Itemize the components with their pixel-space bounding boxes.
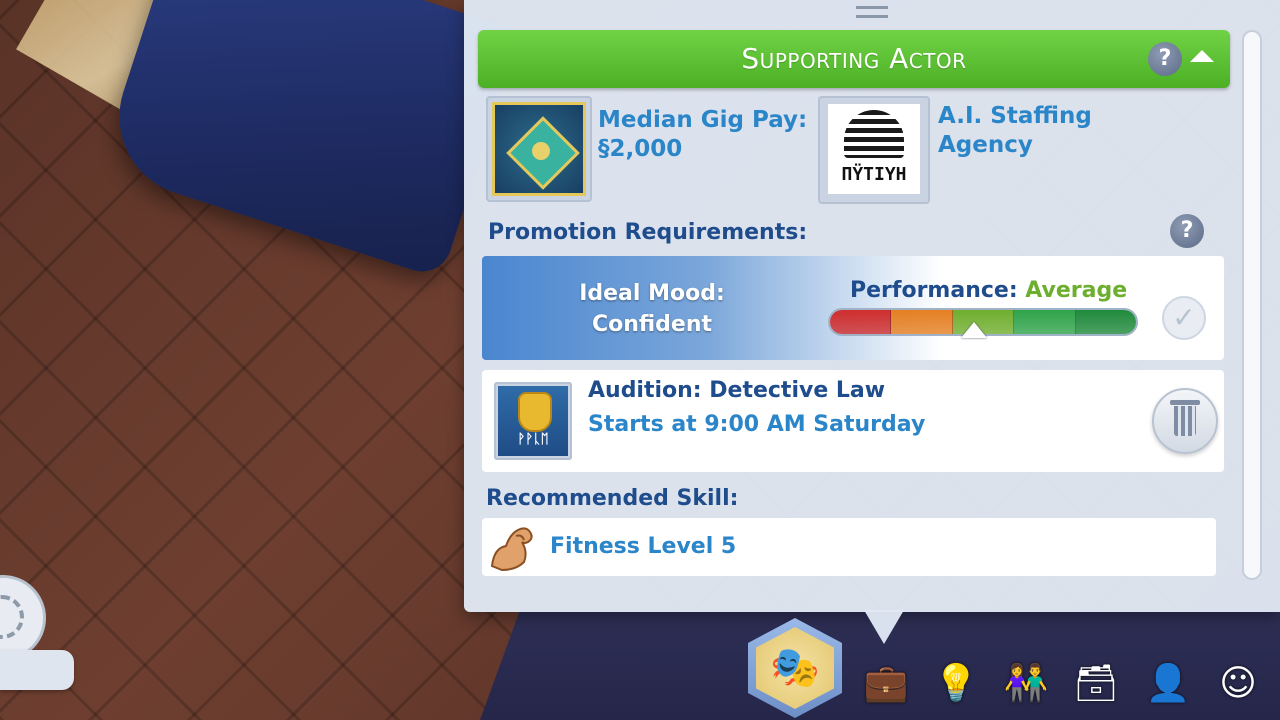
median-gig-pay: Median Gig Pay: §2,000 — [598, 106, 807, 164]
agency-logo-icon: ΠŸΤΙΥΗ — [818, 96, 930, 204]
trash-icon — [1174, 406, 1196, 436]
gig-pay-value: §2,000 — [598, 136, 683, 162]
checkmark-icon: ✓ — [1162, 296, 1206, 340]
performance-value: Average — [1025, 278, 1128, 303]
career-help-icon[interactable]: ? — [1148, 42, 1182, 76]
performance-segment — [1014, 310, 1076, 334]
career-title: Supporting Actor — [741, 42, 967, 75]
career-panel: Supporting Actor ? Median Gig Pay: §2,00… — [464, 0, 1280, 612]
promotion-help-icon[interactable]: ? — [1170, 214, 1204, 248]
sim-head-icon[interactable]: 👤 — [1142, 656, 1194, 712]
panel-scrollbar[interactable] — [1242, 30, 1262, 580]
relationships-icon[interactable]: 👫 — [1000, 656, 1052, 712]
inventory-icon[interactable]: 🗃 — [1070, 656, 1122, 712]
audition-time: Starts at 9:00 AM Saturday — [588, 412, 926, 437]
performance-segment — [1075, 310, 1136, 334]
collapse-icon[interactable] — [1190, 50, 1214, 62]
performance-pointer-icon — [960, 322, 987, 338]
lightbulb-icon[interactable]: 💡 — [930, 656, 982, 712]
career-title-bar: Supporting Actor ? — [478, 30, 1230, 88]
bottom-left-button[interactable] — [0, 650, 74, 690]
performance-segment — [891, 310, 953, 334]
police-badge-icon: ᚹᚹᚳᛖ — [494, 382, 572, 460]
performance-segment — [830, 310, 892, 334]
panel-pointer — [864, 610, 904, 644]
promotion-requirements-card: Ideal Mood: Confident Performance: Avera… — [482, 256, 1224, 360]
promotion-heading: Promotion Requirements: — [488, 220, 808, 245]
recommended-skill-label: Fitness Level 5 — [550, 534, 737, 559]
flexed-arm-icon — [490, 527, 533, 572]
ideal-mood-value: Confident — [591, 312, 713, 337]
performance-label: Performance: Average — [850, 278, 1127, 303]
performance-label-text: Performance: — [850, 278, 1018, 303]
briefcase-icon[interactable]: 💼 — [860, 656, 912, 712]
agency-name-line2: Agency — [938, 132, 1033, 158]
audition-title: Audition: Detective Law — [588, 378, 886, 403]
sofa — [98, 0, 522, 280]
ideal-mood: Ideal Mood: Confident — [532, 278, 772, 340]
badge-text: ᚹᚹᚳᛖ — [517, 432, 549, 447]
cancel-audition-button[interactable] — [1152, 388, 1218, 454]
gig-pay-icon — [486, 96, 592, 202]
recommended-skill-heading: Recommended Skill: — [486, 486, 739, 511]
aspiration-icon[interactable]: ☺ — [1212, 656, 1264, 712]
ideal-mood-label: Ideal Mood: — [579, 281, 725, 306]
recommended-skill-card[interactable]: Fitness Level 5 — [482, 518, 1216, 576]
agency-name-line1: A.I. Staffing — [938, 103, 1092, 129]
gig-pay-label: Median Gig Pay: — [598, 107, 808, 133]
panel-drag-handle[interactable] — [856, 6, 888, 18]
trash-lid — [1170, 400, 1200, 405]
agency-logo-text: ΠŸΤΙΥΗ — [841, 164, 907, 185]
agency-name: A.I. Staffing Agency — [938, 102, 1092, 160]
audition-card[interactable]: ᚹᚹᚳᛖ Audition: Detective Law Starts at 9… — [482, 370, 1224, 472]
